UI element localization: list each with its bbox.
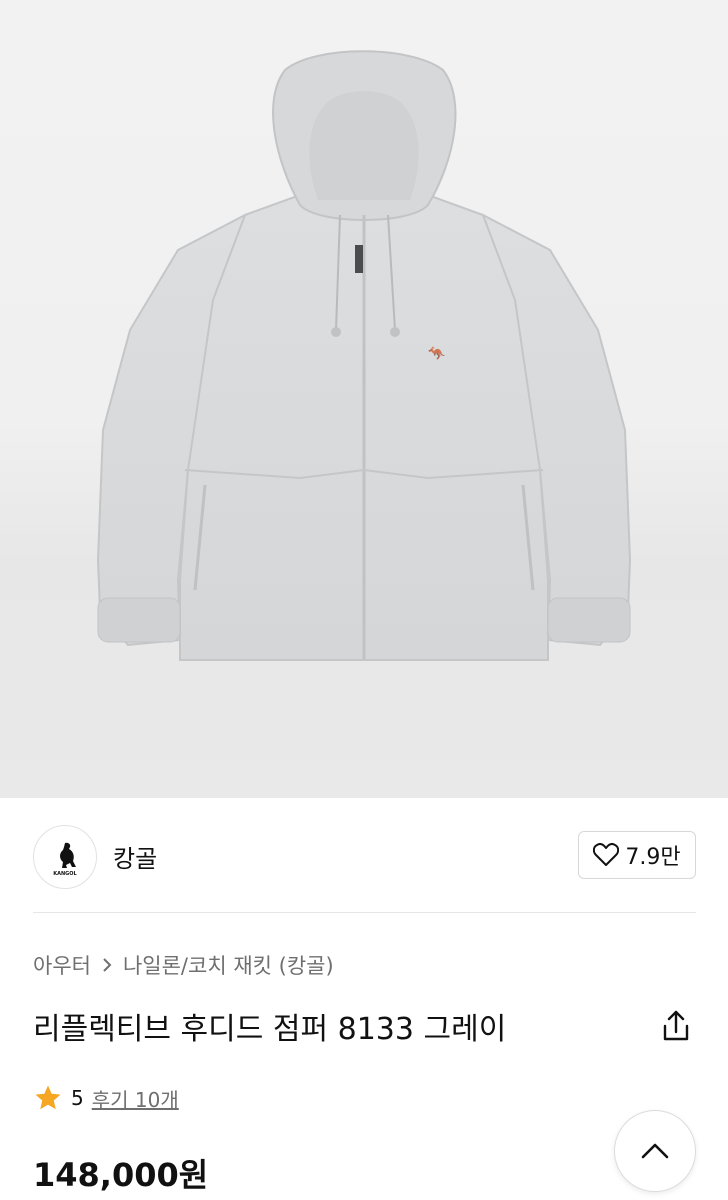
heart-icon xyxy=(593,843,620,866)
star-icon xyxy=(35,1085,61,1110)
brand-row: KANGOL 캉골 7.9만 xyxy=(0,798,728,912)
divider xyxy=(33,912,696,913)
rating-score: 5 xyxy=(71,1086,84,1110)
chevron-right-icon xyxy=(103,958,112,972)
brand-name[interactable]: 캉골 xyxy=(113,839,157,874)
breadcrumb-item-outer[interactable]: 아우터 xyxy=(33,950,91,980)
rating-row: 5 후기 10개 xyxy=(33,1083,179,1113)
like-count: 7.9만 xyxy=(625,845,681,870)
brand-logo[interactable]: KANGOL xyxy=(33,825,97,889)
product-price: 148,000원 xyxy=(33,1156,209,1194)
jacket-illustration: 🦘 xyxy=(96,50,632,661)
kangaroo-logo-icon: KANGOL xyxy=(53,842,78,877)
product-title: 리플렉티브 후디드 점퍼 8133 그레이 xyxy=(33,1012,507,1047)
scroll-top-button[interactable] xyxy=(614,1110,696,1192)
like-button[interactable]: 7.9만 xyxy=(578,831,696,879)
product-image[interactable]: 🦘 xyxy=(0,0,728,798)
breadcrumb-item-category[interactable]: 나일론/코치 재킷 (캉골) xyxy=(123,950,334,980)
brand-logo-text: KANGOL xyxy=(53,871,77,877)
chevron-up-icon xyxy=(641,1143,669,1159)
share-icon xyxy=(663,1010,689,1041)
breadcrumb: 아우터 나일론/코치 재킷 (캉골) xyxy=(33,950,334,980)
share-button[interactable] xyxy=(656,1006,696,1046)
review-link[interactable]: 후기 10개 xyxy=(92,1084,179,1113)
svg-text:🦘: 🦘 xyxy=(428,346,446,362)
